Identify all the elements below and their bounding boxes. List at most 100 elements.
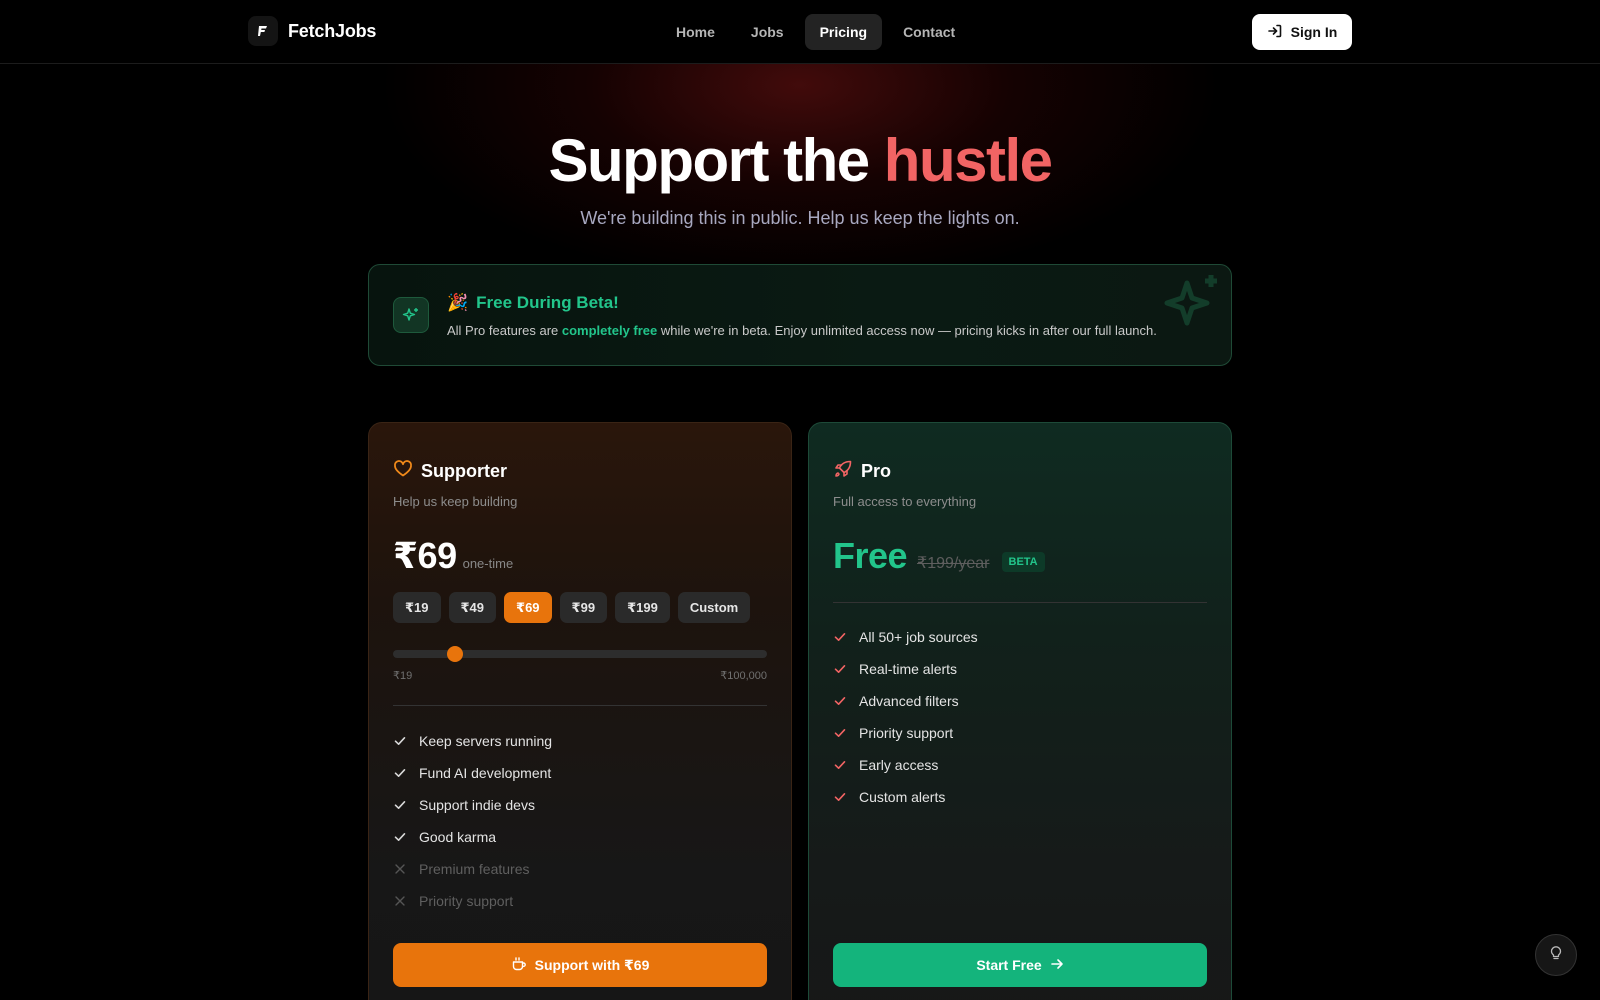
amount-options: ₹19 ₹49 ₹69 ₹99 ₹199 Custom xyxy=(393,592,751,623)
amount-option-69[interactable]: ₹69 xyxy=(504,592,552,623)
supporter-divider xyxy=(393,705,767,706)
pro-feature-label: Advanced filters xyxy=(859,693,959,709)
nav-pricing[interactable]: Pricing xyxy=(804,14,883,50)
pro-header: Pro xyxy=(833,459,891,484)
coffee-icon xyxy=(511,956,527,975)
nav-home[interactable]: Home xyxy=(661,14,730,50)
hero-title: Support the hustle xyxy=(0,126,1600,195)
supporter-feature-item: Keep servers running xyxy=(393,725,552,757)
arrow-right-icon xyxy=(1050,957,1064,974)
nav-jobs[interactable]: Jobs xyxy=(736,14,799,50)
check-icon xyxy=(833,662,847,676)
beta-badge: BETA xyxy=(1001,552,1045,572)
hero-title-main: Support the xyxy=(548,127,884,194)
beta-banner: 🎉 Free During Beta! All Pro features are… xyxy=(368,264,1232,366)
supporter-feature-label: Priority support xyxy=(419,893,514,909)
pro-feature-label: All 50+ job sources xyxy=(859,629,978,645)
check-icon xyxy=(833,694,847,708)
supporter-description: Help us keep building xyxy=(393,494,518,509)
brand-name: FetchJobs xyxy=(288,20,377,41)
amount-option-99[interactable]: ₹99 xyxy=(559,592,608,623)
heart-icon xyxy=(393,459,413,484)
top-header: FetchJobs Home Jobs Pricing Contact Sign… xyxy=(0,0,1600,64)
check-icon xyxy=(393,830,407,844)
banner-title: 🎉 Free During Beta! xyxy=(447,293,619,313)
amount-slider[interactable] xyxy=(393,646,767,662)
amount-slider-thumb[interactable] xyxy=(446,646,463,662)
support-button-label: Support with ₹69 xyxy=(534,956,650,973)
sign-in-button[interactable]: Sign In xyxy=(1252,14,1352,50)
check-icon xyxy=(833,758,847,772)
supporter-price: ₹69 xyxy=(393,535,457,576)
slider-max-label: ₹100,000 xyxy=(720,670,767,682)
supporter-name: Supporter xyxy=(421,461,508,481)
supporter-feature-label: Premium features xyxy=(419,861,530,877)
amount-option-custom[interactable]: Custom xyxy=(677,592,751,623)
check-icon xyxy=(833,630,847,644)
start-free-label: Start Free xyxy=(976,957,1042,973)
pro-feature-item: Priority support xyxy=(833,717,978,749)
supporter-card: Supporter Help us keep building ₹69 one-… xyxy=(368,422,792,1000)
pro-feature-label: Real-time alerts xyxy=(859,661,958,677)
pro-divider xyxy=(833,602,1207,603)
supporter-feature-label: Good karma xyxy=(419,829,497,845)
sign-in-label: Sign In xyxy=(1290,24,1338,40)
nav-contact[interactable]: Contact xyxy=(888,14,970,50)
pro-feature-item: All 50+ job sources xyxy=(833,621,978,653)
pro-price: Free xyxy=(833,535,908,576)
pro-description: Full access to everything xyxy=(833,494,977,509)
party-icon: 🎉 xyxy=(447,293,469,312)
check-icon xyxy=(393,734,407,748)
main-nav: Home Jobs Pricing Contact xyxy=(661,14,970,50)
pro-price-row: Free ₹199/year BETA xyxy=(833,535,1045,577)
pro-feature-item: Custom alerts xyxy=(833,781,978,813)
supporter-feature-item: Fund AI development xyxy=(393,757,552,789)
supporter-feature-list: Keep servers running Fund AI development S… xyxy=(393,725,552,917)
supporter-feature-label: Keep servers running xyxy=(419,733,553,749)
pro-feature-label: Custom alerts xyxy=(859,789,946,805)
check-icon xyxy=(833,790,847,804)
amount-option-19[interactable]: ₹19 xyxy=(393,592,441,623)
amount-option-199[interactable]: ₹199 xyxy=(615,592,670,623)
start-free-button[interactable]: Start Free xyxy=(833,943,1207,987)
hero-subtitle: We're building this in public. Help us k… xyxy=(580,208,1020,228)
supporter-header: Supporter xyxy=(393,459,507,484)
banner-text: All Pro features are completely free whi… xyxy=(447,323,1157,338)
supporter-feature-item: Priority support xyxy=(393,885,552,917)
pro-feature-item: Advanced filters xyxy=(833,685,978,717)
supporter-feature-label: Support indie devs xyxy=(419,797,535,813)
hero-title-accent: hustle xyxy=(883,127,1053,194)
check-icon xyxy=(393,766,407,780)
banner-text-highlight: completely free xyxy=(561,323,658,338)
banner-text-after: while we're in beta. Enjoy unlimited acc… xyxy=(657,323,1157,338)
banner-text-before: All Pro features are xyxy=(447,323,562,338)
amount-option-49[interactable]: ₹49 xyxy=(448,592,497,623)
banner-title-text: Free During Beta! xyxy=(476,293,619,312)
supporter-feature-item: Premium features xyxy=(393,853,552,885)
check-icon xyxy=(393,798,407,812)
pro-feature-list: All 50+ job sources Real-time alerts Advan… xyxy=(833,621,978,813)
pro-card: Pro Full access to everything Free ₹199/… xyxy=(808,422,1232,1000)
supporter-price-note: one-time xyxy=(462,556,514,571)
x-icon xyxy=(393,894,407,908)
sparkles-icon xyxy=(393,297,429,333)
support-button[interactable]: Support with ₹69 xyxy=(393,943,767,987)
rocket-icon xyxy=(833,459,853,484)
brand-logo[interactable]: FetchJobs xyxy=(248,16,376,46)
supporter-feature-label: Fund AI development xyxy=(419,765,552,781)
sparkles-decoration-icon xyxy=(1159,271,1223,340)
check-icon xyxy=(833,726,847,740)
supporter-feature-item: Good karma xyxy=(393,821,552,853)
supporter-price-row: ₹69 one-time xyxy=(393,535,513,577)
pro-name: Pro xyxy=(861,461,892,481)
slider-min-label: ₹19 xyxy=(393,670,413,682)
sign-in-icon xyxy=(1267,23,1283,42)
pro-feature-item: Real-time alerts xyxy=(833,653,978,685)
x-icon xyxy=(393,862,407,876)
pro-original-price: ₹199/year xyxy=(917,555,990,572)
pro-feature-label: Priority support xyxy=(859,725,954,741)
lightbulb-icon xyxy=(1548,945,1564,966)
help-button[interactable] xyxy=(1535,934,1577,976)
supporter-feature-item: Support indie devs xyxy=(393,789,552,821)
pro-feature-label: Early access xyxy=(859,757,939,773)
